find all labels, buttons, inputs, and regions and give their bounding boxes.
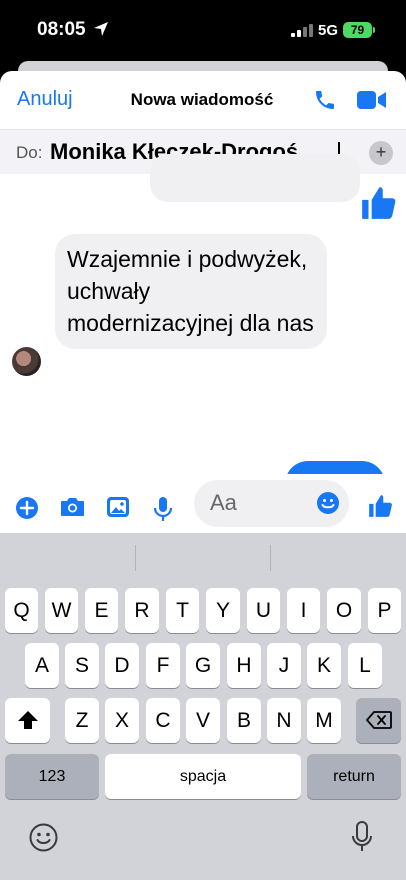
- key-s[interactable]: S: [65, 643, 99, 688]
- key-v[interactable]: V: [186, 698, 220, 743]
- space-key[interactable]: spacja: [105, 754, 301, 799]
- message-placeholder: Aa: [210, 490, 237, 515]
- key-d[interactable]: D: [105, 643, 139, 688]
- image-icon[interactable]: [106, 496, 130, 518]
- network-type: 5G: [318, 22, 339, 39]
- key-e[interactable]: E: [85, 588, 118, 633]
- new-message-sheet: Anuluj Nowa wiadomość Do: Monika Kłeczek…: [0, 71, 406, 533]
- add-recipient-button[interactable]: +: [369, 141, 393, 165]
- message-composer: Aa: [0, 474, 406, 533]
- numbers-key[interactable]: 123: [5, 754, 99, 799]
- plus-circle-icon[interactable]: [15, 496, 39, 520]
- battery-icon: 79: [343, 22, 372, 38]
- thumbs-up-icon: [362, 187, 396, 219]
- dictation-mic-icon[interactable]: [351, 821, 373, 853]
- key-a[interactable]: A: [25, 643, 59, 688]
- key-x[interactable]: X: [105, 698, 139, 743]
- key-p[interactable]: P: [368, 588, 401, 633]
- incoming-message-bubble[interactable]: Wzajemnie i podwyżek, uchwały modernizac…: [55, 234, 327, 349]
- predictive-bar: [0, 533, 406, 583]
- location-arrow-icon: [94, 22, 108, 36]
- key-z[interactable]: Z: [65, 698, 99, 743]
- key-r[interactable]: R: [125, 588, 159, 633]
- shift-key[interactable]: [5, 698, 50, 743]
- key-b[interactable]: B: [227, 698, 261, 743]
- mic-icon[interactable]: [153, 496, 173, 522]
- camera-icon[interactable]: [60, 496, 85, 518]
- status-time: 08:05: [37, 19, 86, 40]
- battery-tip: [373, 27, 375, 33]
- key-i[interactable]: I: [287, 588, 320, 633]
- key-f[interactable]: F: [146, 643, 180, 688]
- key-u[interactable]: U: [247, 588, 280, 633]
- avatar[interactable]: [12, 347, 41, 376]
- nav-bar: Anuluj Nowa wiadomość: [0, 71, 406, 129]
- to-label: Do:: [16, 143, 43, 162]
- page-title-text: Nowa wiadomość: [130, 90, 274, 109]
- key-l[interactable]: L: [348, 643, 382, 688]
- key-y[interactable]: Y: [206, 588, 240, 633]
- backspace-key[interactable]: [356, 698, 401, 743]
- key-n[interactable]: N: [267, 698, 301, 743]
- keyboard-emoji-icon[interactable]: [29, 823, 58, 852]
- message-thread: Wzajemnie i podwyżek, uchwały modernizac…: [0, 154, 406, 507]
- key-h[interactable]: H: [227, 643, 261, 688]
- key-j[interactable]: J: [267, 643, 301, 688]
- key-o[interactable]: O: [327, 588, 361, 633]
- status-bar: 08:05 5G 79: [0, 0, 406, 62]
- backspace-icon: [365, 711, 392, 729]
- phone-icon[interactable]: [313, 88, 337, 112]
- thumbs-up-icon[interactable]: [367, 493, 393, 519]
- shift-icon: [17, 711, 38, 729]
- key-q[interactable]: Q: [5, 588, 38, 633]
- key-c[interactable]: C: [146, 698, 180, 743]
- keyboard: Q W E R T Y U I O P A S D F G H J K L Z …: [0, 533, 406, 880]
- key-t[interactable]: T: [166, 588, 199, 633]
- video-icon[interactable]: [357, 90, 387, 110]
- previous-message-bubble: [150, 154, 360, 202]
- predictive-divider: [270, 545, 271, 571]
- message-input[interactable]: Aa: [194, 480, 349, 527]
- key-m[interactable]: M: [307, 698, 341, 743]
- key-w[interactable]: W: [45, 588, 78, 633]
- key-k[interactable]: K: [307, 643, 341, 688]
- signal-icon: [291, 24, 313, 37]
- key-g[interactable]: G: [186, 643, 220, 688]
- predictive-divider: [135, 545, 136, 571]
- page-title: Nowa wiadomość: [0, 90, 406, 110]
- return-key[interactable]: return: [307, 754, 401, 799]
- emoji-icon[interactable]: [316, 491, 340, 515]
